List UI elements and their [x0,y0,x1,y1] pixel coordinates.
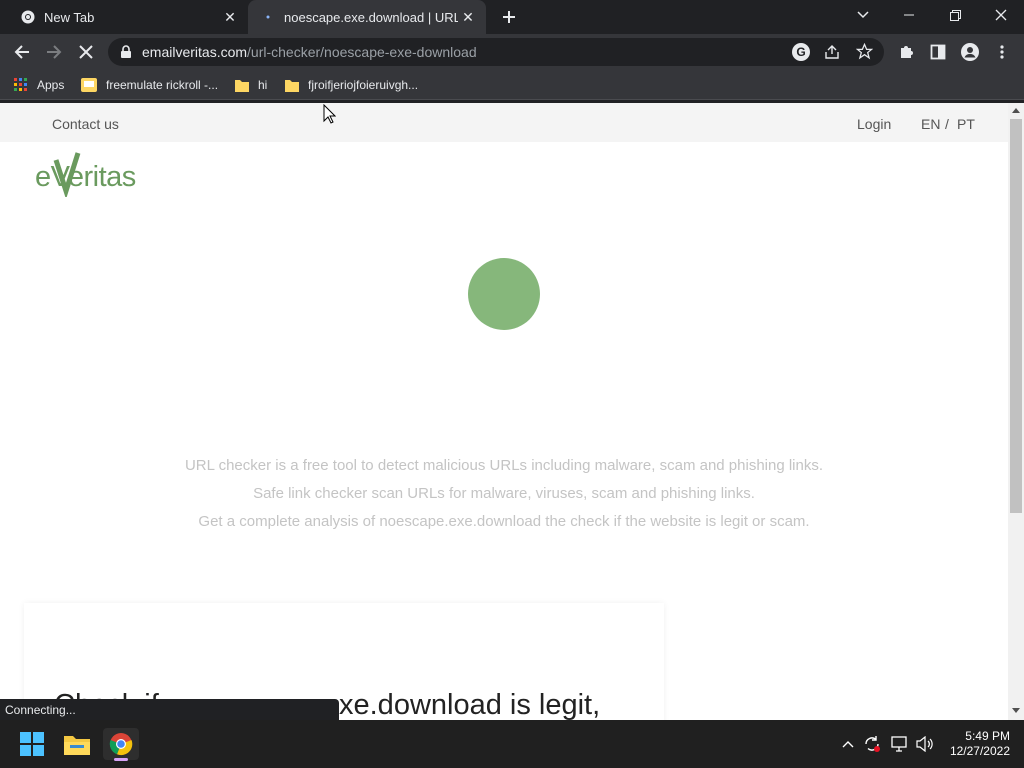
network-tray-button[interactable] [890,734,910,754]
mouse-cursor-icon [323,104,336,124]
tab-url-checker[interactable]: noescape.exe.download | URL Ch ✕ [248,0,486,34]
status-bubble: Connecting... [0,699,339,720]
active-app-indicator [114,758,128,761]
description-line-2: Safe link checker scan URLs for malware,… [253,485,755,502]
restore-button[interactable] [932,0,978,30]
extensions-button[interactable] [892,38,920,66]
contact-us-link[interactable]: Contact us [52,116,119,132]
stop-icon [79,45,93,59]
bookmark-page-icon [81,78,97,92]
minimize-button[interactable] [886,0,932,30]
folder-icon [64,736,90,755]
loading-spinner [468,258,540,330]
system-clock[interactable]: 5:49 PM 12/27/2022 [950,729,1010,759]
close-tab-icon[interactable]: ✕ [220,7,240,27]
sync-icon [865,736,880,752]
tab-new-tab[interactable]: New Tab ✕ [8,0,248,34]
start-button[interactable] [14,728,50,760]
browser-toolbar: emailveritas.com/url-checker/noescape-ex… [0,34,1024,70]
bookmark-label: Apps [37,78,65,92]
chevron-down-icon [857,11,869,19]
tab-title: noescape.exe.download | URL Ch [284,9,458,25]
file-explorer-button[interactable] [59,728,95,760]
network-icon [891,736,907,752]
restore-icon [949,9,961,21]
windows-logo-icon [20,732,44,756]
lang-separator: / [945,116,949,132]
url-text[interactable]: emailveritas.com/url-checker/noescape-ex… [142,44,477,60]
tab-search-button[interactable] [840,0,886,30]
clock-time: 5:49 PM [965,729,1010,743]
chrome-taskbar-button[interactable] [103,728,139,761]
volume-tray-button[interactable] [915,734,935,754]
card-heading-right: xe.download is legit, [339,689,601,720]
lang-en-link[interactable]: EN [921,116,940,132]
new-tab-button[interactable] [497,6,521,28]
show-hidden-icons-button[interactable] [838,734,858,754]
stop-loading-button[interactable] [72,38,100,66]
minimize-icon [904,14,914,16]
apps-grid-icon [14,78,27,91]
description-line-3: Get a complete analysis of noescape.exe.… [198,513,810,530]
title-bar: New Tab ✕ noescape.exe.download | URL Ch… [0,0,1024,34]
lock-icon[interactable] [120,45,132,59]
chevron-up-icon [842,741,854,748]
forward-arrow-icon [47,45,62,59]
login-link[interactable]: Login [857,116,891,132]
url-domain: emailveritas.com [142,44,248,60]
site-top-nav: Contact us Login EN / PT [0,103,1008,142]
scroll-down-icon[interactable] [1012,708,1020,714]
profile-button[interactable] [956,38,984,66]
folder-icon [235,80,249,92]
bookmark-label: hi [258,78,268,92]
more-vertical-icon [1000,45,1004,59]
close-window-button[interactable] [978,0,1024,30]
bookmark-folder-hi[interactable]: hi [235,76,267,94]
chrome-icon [20,9,36,25]
plus-icon [503,11,515,23]
forward-button[interactable] [40,38,68,66]
tab-title: New Tab [44,9,95,25]
page-viewport: Contact us Login EN / PT eVeritas URL ch… [0,103,1008,720]
lang-pt-link[interactable]: PT [957,116,975,132]
bookmark-freemulate[interactable]: freemulate rickroll -... [81,76,218,94]
bookmarks-bar: Apps freemulate rickroll -... hi fjroifj… [0,70,1024,100]
side-panel-icon [930,44,946,60]
clock-date: 12/27/2022 [949,744,1010,758]
back-arrow-icon [14,45,29,59]
share-icon[interactable] [824,44,840,60]
puzzle-icon [901,46,913,58]
sync-tray-button[interactable] [862,734,882,754]
scrollbar-thumb[interactable] [1010,119,1022,513]
chrome-menu-button[interactable] [988,38,1016,66]
google-lens-icon[interactable]: G [792,43,810,61]
folder-icon [285,80,299,92]
logo-text: eVeritas [35,161,136,193]
side-panel-button[interactable] [924,38,952,66]
address-bar[interactable]: emailveritas.com/url-checker/noescape-ex… [108,38,884,66]
scroll-up-icon[interactable] [1012,107,1020,113]
description-line-1: URL checker is a free tool to detect mal… [184,457,824,474]
bookmark-label: freemulate rickroll -... [106,78,219,92]
chrome-icon [109,733,133,756]
star-icon[interactable] [856,43,873,60]
speaker-icon [916,736,933,752]
bookmark-folder-fjroif[interactable]: fjroifjeriojfoieruivgh... [285,76,418,94]
bookmark-label: fjroifjeriojfoieruivgh... [308,78,419,92]
taskbar: 5:49 PM 12/27/2022 [0,720,1024,768]
loading-icon [260,9,276,25]
back-button[interactable] [8,38,36,66]
close-tab-icon[interactable]: ✕ [458,7,478,27]
url-path: /url-checker/noescape-exe-download [247,44,477,60]
bookmark-apps[interactable]: Apps [14,76,64,94]
close-icon [995,9,1007,21]
site-logo[interactable]: eVeritas [34,151,154,200]
profile-icon [961,43,979,61]
